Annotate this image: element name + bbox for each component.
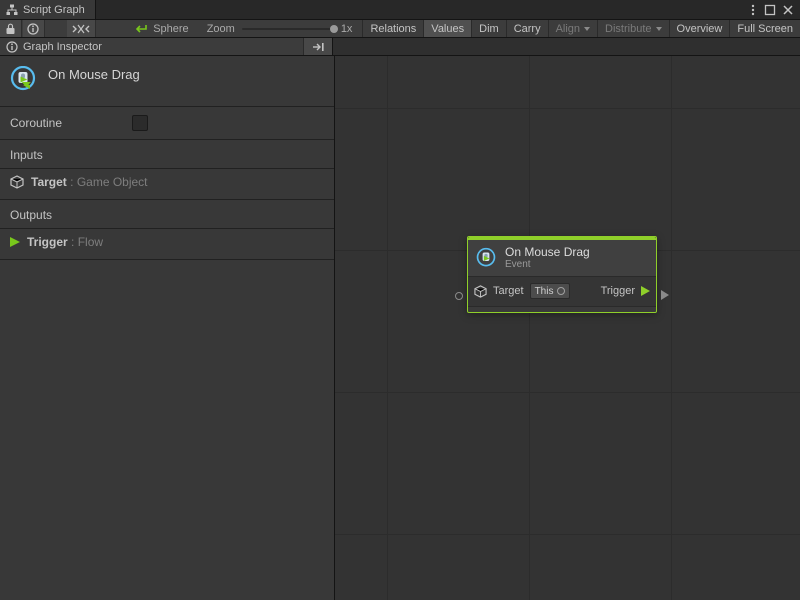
- graph-canvas[interactable]: On Mouse Drag Event Target This Trigger: [335, 56, 800, 600]
- graph-inspector-header: Graph Inspector: [0, 38, 800, 56]
- btn-align[interactable]: Align: [548, 20, 597, 37]
- chevron-down-icon: [656, 27, 662, 31]
- zoom-label: Zoom: [207, 23, 235, 35]
- collapse-right-icon: [311, 42, 325, 52]
- breadcrumb-object[interactable]: Sphere: [128, 20, 197, 37]
- info-icon: [6, 41, 18, 53]
- lock-button[interactable]: [0, 20, 22, 37]
- output-port-trigger: Trigger : Flow: [0, 229, 334, 260]
- output-port-type: Flow: [78, 235, 103, 249]
- chevron-down-icon: [584, 27, 590, 31]
- gameobject-icon: [474, 285, 487, 298]
- inspected-node-header: On Mouse Drag: [0, 56, 334, 107]
- zoom-slider-handle[interactable]: [330, 25, 338, 33]
- btn-distribute[interactable]: Distribute: [597, 20, 668, 37]
- node-input-port[interactable]: [455, 292, 465, 302]
- variables-button[interactable]: [67, 20, 97, 37]
- close-icon[interactable]: [782, 4, 794, 16]
- info-button[interactable]: [23, 20, 45, 37]
- node-trigger-label: Trigger: [601, 285, 635, 297]
- maximize-icon[interactable]: [764, 4, 776, 16]
- inspected-node-title: On Mouse Drag: [48, 67, 140, 82]
- zoom-control: Zoom 1x: [199, 23, 361, 35]
- lock-icon: [5, 23, 16, 35]
- node-on-mouse-drag[interactable]: On Mouse Drag Event Target This Trigger: [467, 236, 657, 313]
- btn-fullscreen[interactable]: Full Screen: [729, 20, 800, 37]
- zoom-slider[interactable]: [242, 28, 334, 30]
- node-header[interactable]: On Mouse Drag Event: [468, 240, 656, 277]
- prop-coroutine-label: Coroutine: [10, 116, 122, 130]
- input-port-type: Game Object: [77, 175, 148, 189]
- btn-relations[interactable]: Relations: [362, 20, 423, 37]
- gameobject-icon: [10, 175, 24, 189]
- panel-tab-label: Script Graph: [23, 4, 85, 16]
- btn-overview[interactable]: Overview: [669, 20, 730, 37]
- collapse-inspector-button[interactable]: [303, 38, 333, 55]
- flow-arrow-icon: [641, 286, 650, 296]
- kebab-icon[interactable]: [748, 4, 758, 16]
- node-subtitle: Event: [505, 260, 590, 271]
- section-inputs: Inputs: [0, 140, 334, 169]
- variables-icon: [72, 23, 90, 35]
- breadcrumb-object-label: Sphere: [153, 23, 188, 35]
- flow-arrow-icon: [10, 237, 20, 247]
- section-outputs: Outputs: [0, 200, 334, 229]
- event-node-icon: [10, 66, 36, 92]
- object-picker-icon: [557, 287, 565, 295]
- input-port-name: Target: [31, 175, 67, 189]
- node-target-value[interactable]: This: [530, 283, 571, 299]
- graph-inspector-panel: On Mouse Drag Coroutine Inputs Target : …: [0, 56, 335, 600]
- zoom-value: 1x: [341, 23, 353, 35]
- panel-tab-scriptgraph[interactable]: Script Graph: [0, 0, 96, 19]
- event-node-icon: [475, 247, 497, 269]
- input-port-target: Target : Game Object: [0, 169, 334, 200]
- toolbar: Sphere Zoom 1x Relations Values Dim Carr…: [0, 20, 800, 38]
- return-arrow-icon: [134, 23, 148, 35]
- graph-inspector-label: Graph Inspector: [23, 41, 102, 53]
- info-icon: [27, 23, 39, 35]
- node-output-port[interactable]: [661, 290, 671, 300]
- hierarchy-icon: [6, 4, 18, 16]
- btn-carry[interactable]: Carry: [506, 20, 548, 37]
- btn-values[interactable]: Values: [423, 20, 471, 37]
- output-port-name: Trigger: [27, 235, 68, 249]
- node-title: On Mouse Drag: [505, 246, 590, 259]
- prop-coroutine-checkbox[interactable]: [132, 115, 148, 131]
- prop-coroutine: Coroutine: [0, 107, 334, 140]
- titlebar: Script Graph: [0, 0, 800, 20]
- btn-dim[interactable]: Dim: [471, 20, 506, 37]
- toolbar-right: Relations Values Dim Carry Align Distrib…: [362, 20, 800, 37]
- node-target-label: Target: [493, 285, 524, 297]
